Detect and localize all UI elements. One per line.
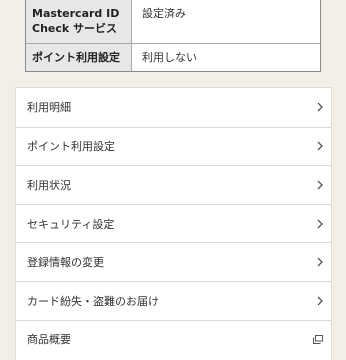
chevron-right-icon <box>317 180 323 190</box>
chevron-right-icon <box>317 102 323 112</box>
menu-item-label: カード紛失・盗難のお届け <box>27 294 159 308</box>
menu-item-point-usage[interactable]: ポイント利用設定 <box>16 126 331 166</box>
menu-item-label: 利用状況 <box>27 178 71 192</box>
chevron-right-icon <box>317 219 323 229</box>
table-row-point-usage: ポイント利用設定 利用しない <box>26 43 320 71</box>
row-value: 設定済み <box>142 7 186 20</box>
row-value: 利用しない <box>142 51 197 64</box>
menu-item-product-overview[interactable]: 商品概要 <box>16 319 331 359</box>
menu-item-label: 商品概要 <box>27 333 71 347</box>
menu-item-security-settings[interactable]: セキュリティ設定 <box>16 203 331 243</box>
table-row-mastercard-id-check: Mastercard ID Check サービス 設定済み <box>26 0 320 43</box>
menu-item-label: 利用明細 <box>27 101 71 115</box>
row-label: Mastercard ID Check サービス <box>26 0 132 43</box>
menu-item-lost-stolen-card[interactable]: カード紛失・盗難のお届け <box>16 280 331 320</box>
menu-item-usage-status[interactable]: 利用状況 <box>16 165 331 204</box>
menu-item-label: セキュリティ設定 <box>27 217 115 231</box>
chevron-right-icon <box>317 296 323 306</box>
chevron-right-icon <box>317 257 323 267</box>
menu-item-label: ポイント利用設定 <box>27 140 115 154</box>
menu-item-statement[interactable]: 利用明細 <box>16 88 331 127</box>
row-label: ポイント利用設定 <box>26 44 132 71</box>
card-settings-table: Mastercard ID Check サービス 設定済み ポイント利用設定 利… <box>25 0 321 72</box>
external-link-icon <box>313 334 323 344</box>
menu-item-change-registration[interactable]: 登録情報の変更 <box>16 242 331 281</box>
menu-item-label: 登録情報の変更 <box>27 256 104 270</box>
account-menu: 利用明細 ポイント利用設定 利用状況 セキュリティ設定 登録情報の変更 カード紛… <box>15 87 332 360</box>
chevron-right-icon <box>317 141 323 151</box>
